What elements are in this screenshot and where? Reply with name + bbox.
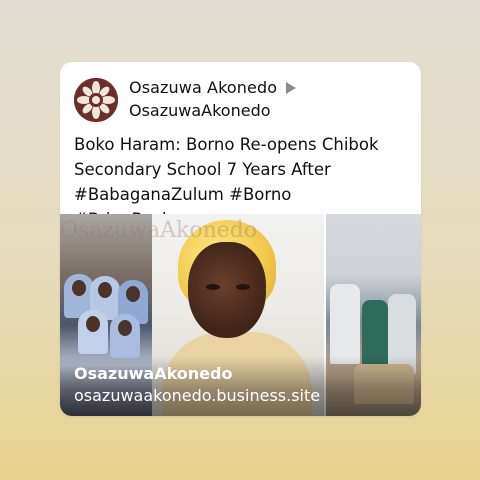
author-name-row: Osazuwa Akonedo — [129, 78, 297, 97]
link-preview-image[interactable]: OsazuwaAkonedo OsazuwaAkonedo osazuwaako… — [60, 214, 421, 416]
preview-site-name: OsazuwaAkonedo — [74, 364, 233, 383]
author-name[interactable]: Osazuwa Akonedo — [129, 78, 277, 97]
post-header: Osazuwa Akonedo OsazuwaAkonedo — [60, 62, 421, 122]
osazuwa-logo-icon — [74, 78, 118, 122]
link-preview-card[interactable]: Osazuwa Akonedo OsazuwaAkonedo Boko Hara… — [60, 62, 421, 416]
photo-watermark: OsazuwaAkonedo — [60, 218, 258, 243]
preview-url[interactable]: osazuwaakonedo.business.site — [74, 386, 320, 405]
avatar[interactable] — [74, 78, 118, 122]
author-handle[interactable]: OsazuwaAkonedo — [129, 101, 271, 120]
play-arrow-icon — [286, 81, 297, 94]
